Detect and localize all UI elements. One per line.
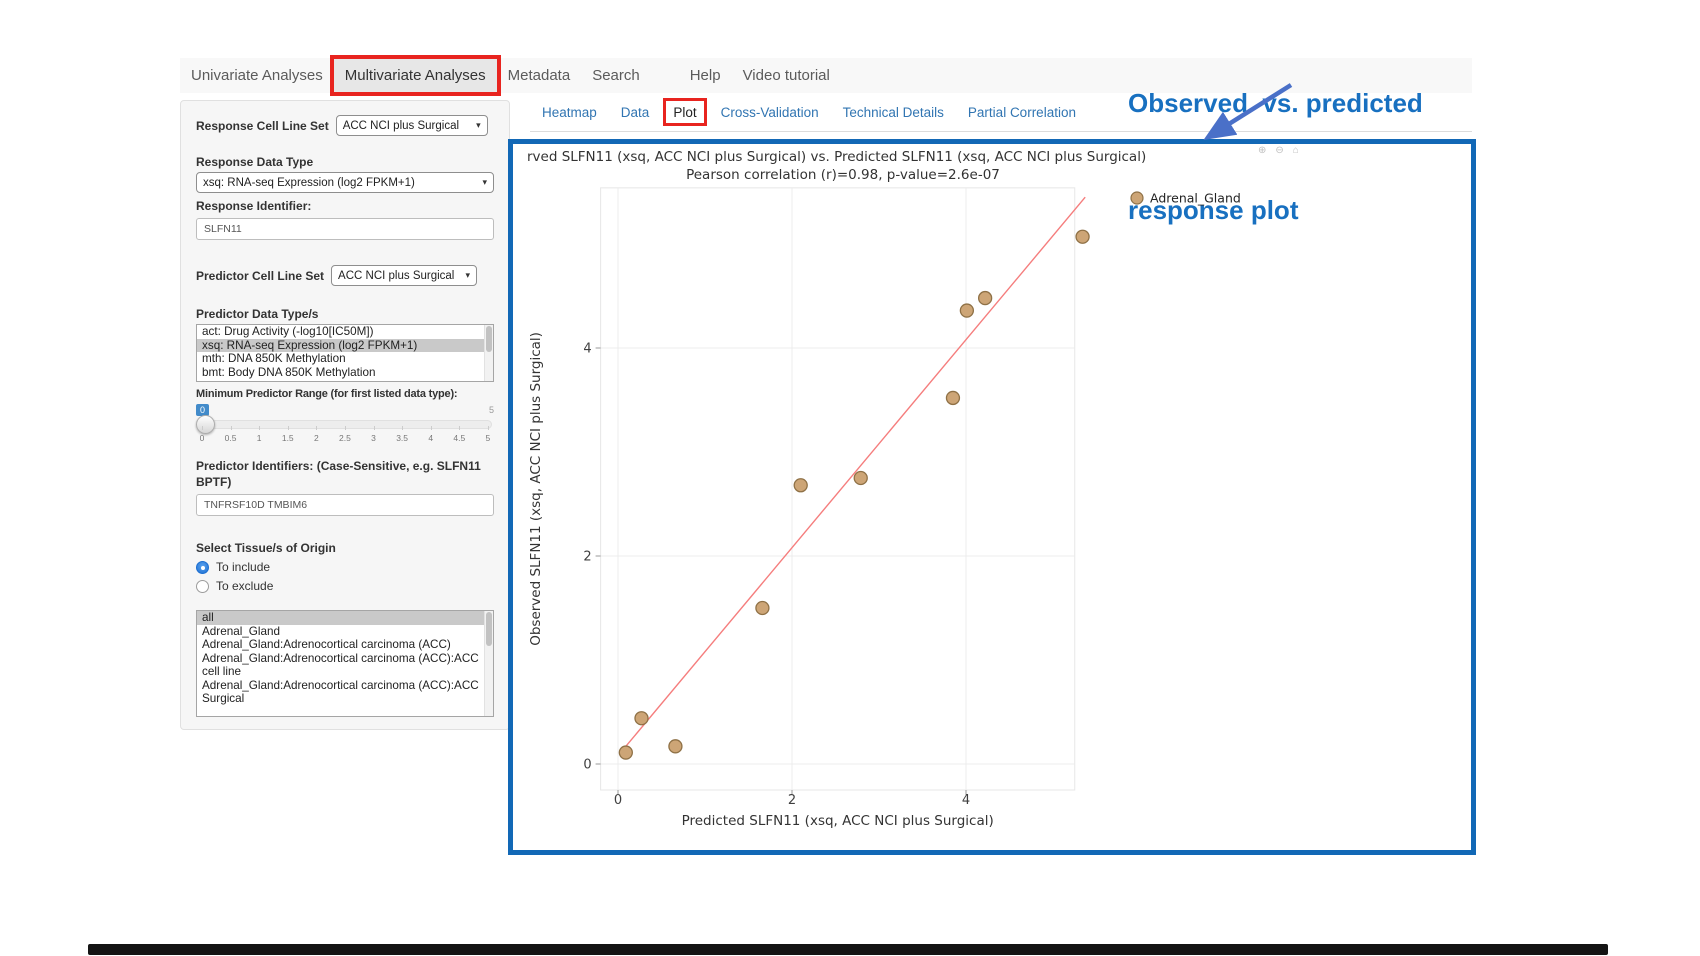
- min-predictor-range-slider: 0 5 0 0.5 1 1.5 2 2.5 3 3.5 4 4.5 5: [196, 404, 494, 450]
- chevron-down-icon: ▾: [482, 177, 487, 188]
- slider-max-label: 5: [489, 405, 494, 415]
- slider-tick-label: 2: [312, 433, 320, 443]
- plot-subtitle: Pearson correlation (r)=0.98, p-value=2.…: [686, 167, 1000, 183]
- select-value: ACC NCI plus Surgical: [338, 270, 454, 282]
- response-data-type-select[interactable]: xsq: RNA-seq Expression (log2 FPKM+1) ▾: [196, 172, 494, 193]
- predictor-identifiers-input[interactable]: [196, 494, 494, 516]
- tab-cross-validation[interactable]: Cross-Validation: [721, 105, 819, 120]
- plot-title: rved SLFN11 (xsq, ACC NCI plus Surgical)…: [527, 149, 1146, 165]
- select-value: xsq: RNA-seq Expression (log2 FPKM+1): [203, 177, 415, 189]
- data-point: [960, 304, 973, 317]
- slider-tick-label: 3: [370, 433, 378, 443]
- data-point: [756, 602, 769, 615]
- chevron-down-icon: ▾: [466, 270, 471, 281]
- tab-technical-details[interactable]: Technical Details: [843, 105, 944, 120]
- radio-to-exclude[interactable]: [196, 580, 209, 593]
- predictor-cell-line-set-label: Predictor Cell Line Set: [196, 269, 324, 283]
- tissue-origin-radio-group: To include To exclude: [196, 560, 494, 593]
- chevron-down-icon: ▾: [476, 120, 481, 131]
- slider-tick-label: 4.5: [453, 433, 465, 443]
- nav-item-multivariate-analyses[interactable]: Multivariate Analyses: [334, 58, 497, 93]
- predictor-data-type-listbox: act: Drug Activity (-log10[IC50M])xsq: R…: [196, 324, 494, 382]
- scrollbar[interactable]: [484, 611, 493, 716]
- slider-tick-label: 0: [198, 433, 206, 443]
- select-value: ACC NCI plus Surgical: [343, 120, 459, 132]
- data-point: [669, 740, 682, 753]
- listbox-option-adrenal-gland-adrenocortical-carcinoma-acc[interactable]: Adrenal_Gland:Adrenocortical carcinoma (…: [197, 638, 493, 652]
- tab-data[interactable]: Data: [621, 105, 650, 120]
- data-point: [635, 712, 648, 725]
- slider-ticks: 0 0.5 1 1.5 2 2.5 3 3.5 4 4.5 5: [198, 433, 492, 443]
- tab-heatmap[interactable]: Heatmap: [542, 105, 597, 120]
- annotation-line2: response plot: [1128, 193, 1423, 229]
- tab-partial-correlation[interactable]: Partial Correlation: [968, 105, 1076, 120]
- response-cell-line-set-select[interactable]: ACC NCI plus Surgical ▾: [336, 115, 488, 136]
- x-tick-label: 0: [614, 793, 622, 808]
- radio-to-include-selected[interactable]: [196, 561, 209, 574]
- min-predictor-range-label: Minimum Predictor Range (for first liste…: [196, 388, 494, 400]
- listbox-option-adrenal-gland[interactable]: Adrenal_Gland: [197, 625, 493, 639]
- x-tick-label: 4: [962, 793, 970, 808]
- slider-tick-label: 1.5: [282, 433, 294, 443]
- annotation-text: Observed vs. predicted response plot: [1128, 14, 1423, 301]
- listbox-option-mth-dna-850k-methylation[interactable]: mth: DNA 850K Methylation: [197, 352, 493, 366]
- tab-plot[interactable]: Plot: [673, 105, 696, 120]
- data-point: [1076, 230, 1089, 243]
- nav-item-metadata[interactable]: Metadata: [497, 58, 582, 93]
- listbox-option-xsq-rna-seq-expression-log2-fpkm-1[interactable]: xsq: RNA-seq Expression (log2 FPKM+1): [197, 339, 493, 353]
- listbox-option-adrenal-gland-adrenocortical-carcinoma-acc-acc-surgical[interactable]: Adrenal_Gland:Adrenocortical carcinoma (…: [197, 679, 493, 706]
- radio-label-to-include: To include: [216, 560, 270, 574]
- y-tick-label: 2: [583, 550, 591, 565]
- data-point: [854, 472, 867, 485]
- nav-item-video-tutorial[interactable]: Video tutorial: [732, 58, 841, 93]
- slider-tick-label: 4: [427, 433, 435, 443]
- predictor-identifiers-label: Predictor Identifiers: (Case-Sensitive, …: [196, 458, 494, 490]
- annotation-arrow-icon: [1193, 80, 1305, 144]
- predictor-cell-line-set-select[interactable]: ACC NCI plus Surgical ▾: [331, 265, 477, 286]
- listbox-option-adrenal-gland-adrenocortical-carcinoma-acc-acc-cell-line[interactable]: Adrenal_Gland:Adrenocortical carcinoma (…: [197, 652, 493, 679]
- y-axis-title: Observed SLFN11 (xsq, ACC NCI plus Surgi…: [528, 332, 544, 646]
- data-point: [619, 746, 632, 759]
- y-tick-label: 0: [583, 758, 591, 773]
- slider-tick-label: 5: [484, 433, 492, 443]
- nav-item-search[interactable]: Search: [581, 58, 651, 93]
- tissue-radio-row-to-include: To include: [196, 560, 494, 574]
- app-canvas: Univariate AnalysesMultivariate Analyses…: [0, 0, 1700, 956]
- y-tick-label: 4: [583, 342, 591, 357]
- listbox-option-all[interactable]: all: [197, 611, 493, 625]
- data-point: [979, 292, 992, 305]
- slider-tick-label: 0.5: [225, 433, 237, 443]
- response-identifier-label: Response Identifier:: [196, 199, 494, 213]
- data-point: [794, 479, 807, 492]
- slider-tick-label: 2.5: [339, 433, 351, 443]
- response-data-type-label: Response Data Type: [196, 155, 494, 169]
- response-identifier-input[interactable]: [196, 218, 494, 240]
- plot-area: [601, 188, 1075, 790]
- scrollbar[interactable]: [484, 325, 493, 381]
- slider-tick-label: 3.5: [396, 433, 408, 443]
- listbox-option-bmt-body-dna-850k-methylation[interactable]: bmt: Body DNA 850K Methylation: [197, 366, 493, 380]
- data-point: [946, 391, 959, 404]
- radio-label-to-exclude: To exclude: [216, 579, 273, 593]
- response-cell-line-set-label: Response Cell Line Set: [196, 119, 329, 133]
- tissue-radio-row-to-exclude: To exclude: [196, 579, 494, 593]
- slider-tick-label: 1: [255, 433, 263, 443]
- x-tick-label: 2: [788, 793, 796, 808]
- sidebar-panel: Response Cell Line Set ACC NCI plus Surg…: [180, 100, 510, 730]
- result-tabs: Heatmap Data Plot Cross-Validation Technical…: [542, 105, 1076, 120]
- predictor-data-types-label: Predictor Data Type/s: [196, 307, 494, 321]
- tissue-listbox: allAdrenal_GlandAdrenal_Gland:Adrenocort…: [196, 610, 494, 717]
- slider-handle[interactable]: [196, 415, 215, 434]
- bottom-bar: [88, 944, 1608, 955]
- nav-item-help[interactable]: Help: [679, 58, 732, 93]
- tissue-origin-label: Select Tissue/s of Origin: [196, 541, 494, 555]
- nav-item-univariate-analyses[interactable]: Univariate Analyses: [180, 58, 334, 93]
- x-axis-title: Predicted SLFN11 (xsq, ACC NCI plus Surg…: [682, 813, 994, 829]
- listbox-option-act-drug-activity-log10-ic50m[interactable]: act: Drug Activity (-log10[IC50M]): [197, 325, 493, 339]
